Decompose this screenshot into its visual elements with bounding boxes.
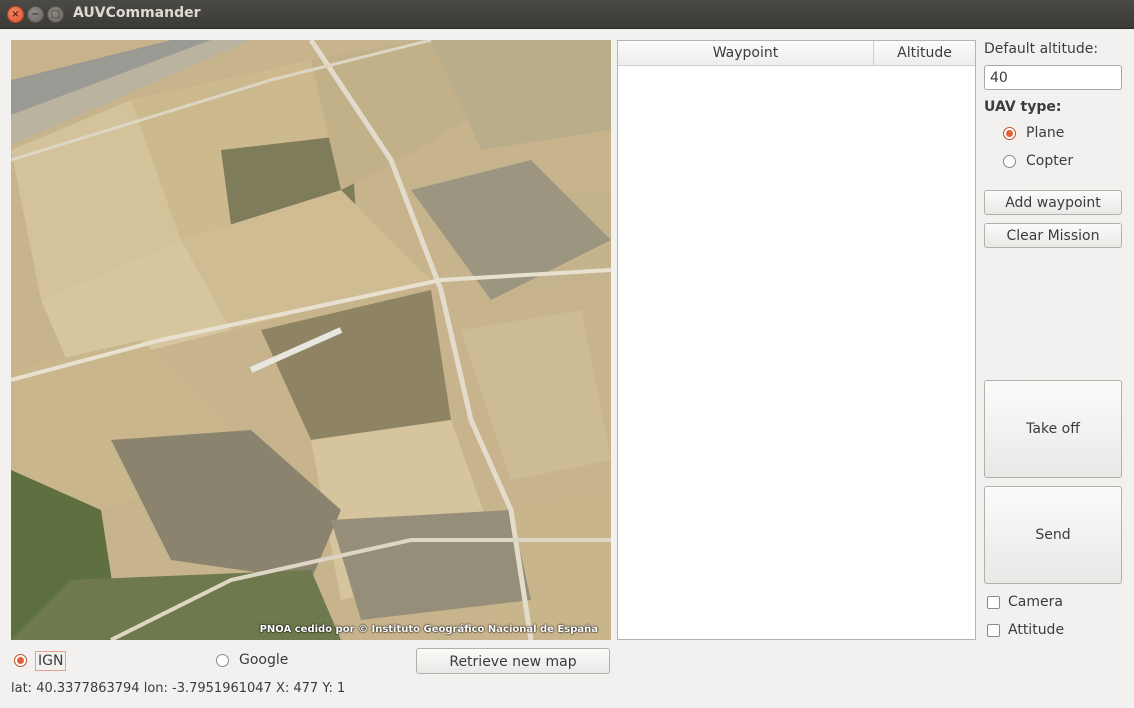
send-button[interactable]: Send	[984, 486, 1122, 584]
camera-checkbox-label[interactable]: Camera	[1008, 594, 1063, 610]
table-header: Waypoint Altitude	[618, 41, 975, 66]
ign-radio[interactable]	[14, 654, 27, 667]
retrieve-map-button[interactable]: Retrieve new map	[416, 648, 610, 674]
google-radio[interactable]	[216, 654, 229, 667]
attitude-checkbox-label[interactable]: Attitude	[1008, 622, 1064, 638]
copter-radio[interactable]	[1003, 155, 1016, 168]
add-waypoint-button[interactable]: Add waypoint	[984, 190, 1122, 215]
window-title: AUVCommander	[73, 5, 201, 21]
default-altitude-input[interactable]	[984, 65, 1122, 90]
minimize-icon[interactable]: −	[27, 6, 44, 23]
satellite-map[interactable]: PNOA cedido por © Instituto Geográfico N…	[11, 40, 611, 640]
maximize-icon[interactable]: □	[47, 6, 64, 23]
map-credit: PNOA cedido por © Instituto Geográfico N…	[259, 624, 598, 635]
google-radio-label[interactable]: Google	[239, 652, 288, 668]
column-header-waypoint[interactable]: Waypoint	[618, 41, 874, 65]
attitude-checkbox[interactable]	[987, 624, 1000, 637]
default-altitude-label: Default altitude:	[984, 41, 1099, 57]
title-bar: × − □ AUVCommander	[0, 0, 1134, 29]
close-icon[interactable]: ×	[7, 6, 24, 23]
copter-radio-label[interactable]: Copter	[1026, 153, 1073, 169]
status-coordinates: lat: 40.3377863794 lon: -3.7951961047 X:…	[11, 681, 346, 696]
plane-radio[interactable]	[1003, 127, 1016, 140]
camera-checkbox[interactable]	[987, 596, 1000, 609]
uav-type-label: UAV type:	[984, 99, 1062, 115]
ign-radio-label[interactable]: IGN	[35, 651, 67, 671]
take-off-button[interactable]: Take off	[984, 380, 1122, 478]
waypoint-table[interactable]: Waypoint Altitude	[617, 40, 976, 640]
column-header-altitude[interactable]: Altitude	[874, 41, 975, 65]
plane-radio-label[interactable]: Plane	[1026, 125, 1064, 141]
clear-mission-button[interactable]: Clear Mission	[984, 223, 1122, 248]
